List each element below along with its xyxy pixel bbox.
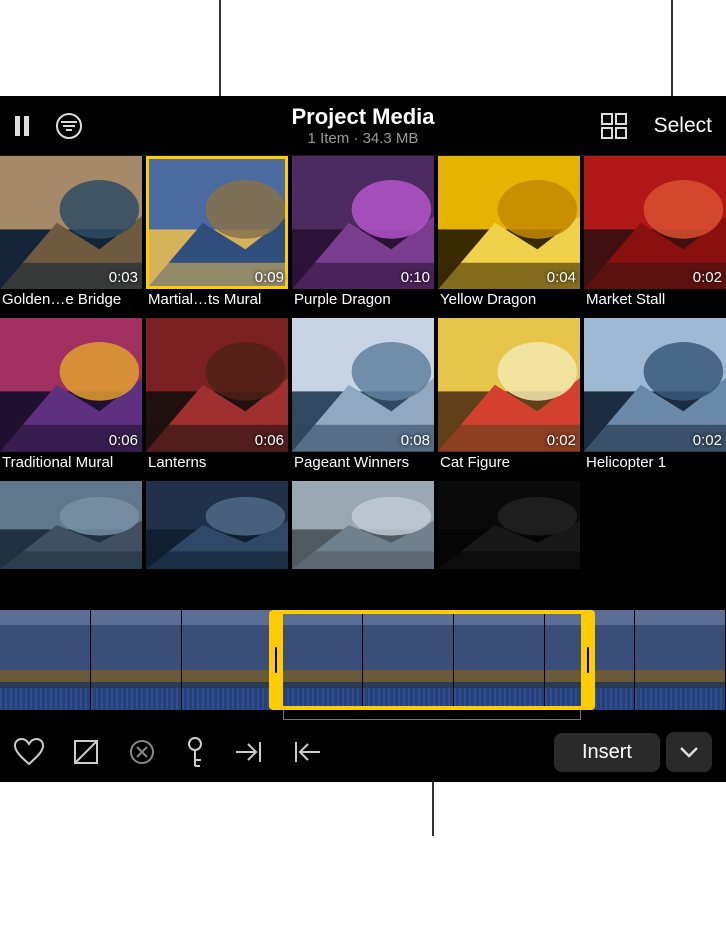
clip-duration: 0:06 xyxy=(255,432,284,449)
clip-cell[interactable]: 0:02 Market Stall xyxy=(584,156,726,314)
clip-duration: 0:02 xyxy=(547,432,576,449)
clip-label: Pageant Winners xyxy=(292,452,434,477)
clip-thumbnail[interactable]: 0:09 xyxy=(146,156,288,289)
clip-cell[interactable]: 0:04 Yellow Dragon xyxy=(438,156,580,314)
audio-waveform xyxy=(272,688,362,710)
filmstrip-frame[interactable] xyxy=(545,610,636,710)
audio-waveform xyxy=(182,688,272,710)
clip-duration: 0:06 xyxy=(109,432,138,449)
filmstrip-frame[interactable] xyxy=(454,610,545,710)
clip-duration: 0:04 xyxy=(547,269,576,286)
audio-waveform xyxy=(363,688,453,710)
clip-cell[interactable]: 0:08 Pageant Winners xyxy=(292,318,434,476)
clip-cell[interactable]: 0:02 Cat Figure xyxy=(438,318,580,476)
filter-icon[interactable] xyxy=(54,111,84,141)
clip-thumbnail[interactable]: 0:04 xyxy=(438,156,580,289)
header-subtitle: 1 Item · 34.3 MB xyxy=(291,130,434,147)
insert-button-group: Insert xyxy=(554,732,712,772)
clip-duration: 0:02 xyxy=(693,269,722,286)
layout-grid-icon[interactable] xyxy=(600,112,628,140)
clip-duration: 0:10 xyxy=(401,269,430,286)
reject-icon[interactable] xyxy=(72,738,100,766)
documentation-figure: Project Media 1 Item · 34.3 MB Select 0:… xyxy=(0,0,726,926)
clip-label: Purple Dragon xyxy=(292,289,434,314)
clip-thumbnail[interactable] xyxy=(292,481,434,569)
select-button[interactable]: Select xyxy=(654,114,712,138)
clip-label: Helicopter 1 xyxy=(584,452,726,477)
clip-cell[interactable] xyxy=(292,481,434,569)
filmstrip-frame[interactable] xyxy=(363,610,454,710)
insert-options-button[interactable] xyxy=(666,732,712,772)
clip-duration: 0:02 xyxy=(693,432,722,449)
key-icon[interactable] xyxy=(184,736,206,768)
clip-duration: 0:03 xyxy=(109,269,138,286)
clip-grid: 0:03 Golden…e Bridge 0:09 Martial…ts Mur… xyxy=(0,156,726,569)
clip-label: Lanterns xyxy=(146,452,288,477)
mark-out-icon[interactable] xyxy=(292,740,322,764)
clip-thumbnail[interactable]: 0:10 xyxy=(292,156,434,289)
clip-thumbnail[interactable]: 0:02 xyxy=(584,156,726,289)
page-title: Project Media xyxy=(291,104,434,129)
clip-label: Golden…e Bridge xyxy=(0,289,142,314)
clip-cell[interactable]: 0:06 Lanterns xyxy=(146,318,288,476)
clip-thumbnail[interactable]: 0:02 xyxy=(438,318,580,451)
filmstrip-frame[interactable] xyxy=(0,610,91,710)
filmstrip[interactable] xyxy=(0,610,726,710)
clip-thumbnail[interactable]: 0:02 xyxy=(584,318,726,451)
clip-thumbnail[interactable]: 0:03 xyxy=(0,156,142,289)
heart-icon[interactable] xyxy=(14,738,44,766)
audio-waveform xyxy=(91,688,181,710)
clip-label: Martial…ts Mural xyxy=(146,289,288,314)
filmstrip-frame[interactable] xyxy=(272,610,363,710)
clip-label: Cat Figure xyxy=(438,452,580,477)
filmstrip-area xyxy=(0,610,726,710)
header-left-controls xyxy=(14,111,84,141)
clip-duration: 0:09 xyxy=(255,269,284,286)
filmstrip-frame[interactable] xyxy=(635,610,726,710)
header-title-group: Project Media 1 Item · 34.3 MB xyxy=(291,104,434,148)
clip-cell[interactable] xyxy=(146,481,288,569)
clip-cell[interactable] xyxy=(0,481,142,569)
clip-duration: 0:08 xyxy=(401,432,430,449)
clip-cell[interactable]: 0:06 Traditional Mural xyxy=(0,318,142,476)
clip-thumbnail[interactable]: 0:06 xyxy=(146,318,288,451)
clip-label: Traditional Mural xyxy=(0,452,142,477)
bottom-toolbar: Insert xyxy=(0,722,726,782)
clear-circle-icon[interactable] xyxy=(128,738,156,766)
clip-cell[interactable]: 0:02 Helicopter 1 xyxy=(584,318,726,476)
callout-line xyxy=(671,0,673,104)
clip-thumbnail[interactable]: 0:06 xyxy=(0,318,142,451)
audio-waveform xyxy=(0,688,90,710)
clip-cell[interactable]: 0:10 Purple Dragon xyxy=(292,156,434,314)
clip-thumbnail[interactable] xyxy=(0,481,142,569)
clip-thumbnail[interactable] xyxy=(146,481,288,569)
audio-waveform xyxy=(635,688,725,710)
audio-waveform xyxy=(454,688,544,710)
header-right-controls: Select xyxy=(600,112,712,140)
browser-header: Project Media 1 Item · 34.3 MB Select xyxy=(0,96,726,156)
filmstrip-frame[interactable] xyxy=(182,610,273,710)
clip-cell[interactable] xyxy=(438,481,580,569)
clip-label: Yellow Dragon xyxy=(438,289,580,314)
pause-icon[interactable] xyxy=(14,115,30,137)
clip-cell[interactable]: 0:03 Golden…e Bridge xyxy=(0,156,142,314)
audio-waveform xyxy=(545,688,635,710)
range-indicator xyxy=(283,710,582,720)
chevron-down-icon xyxy=(679,745,699,759)
insert-button[interactable]: Insert xyxy=(554,733,660,772)
mark-in-icon[interactable] xyxy=(234,740,264,764)
clip-thumbnail[interactable] xyxy=(438,481,580,569)
clip-cell[interactable]: 0:09 Martial…ts Mural xyxy=(146,156,288,314)
filmstrip-frame[interactable] xyxy=(91,610,182,710)
clip-thumbnail[interactable]: 0:08 xyxy=(292,318,434,451)
media-browser-panel: Project Media 1 Item · 34.3 MB Select 0:… xyxy=(0,96,726,782)
clip-label: Market Stall xyxy=(584,289,726,314)
